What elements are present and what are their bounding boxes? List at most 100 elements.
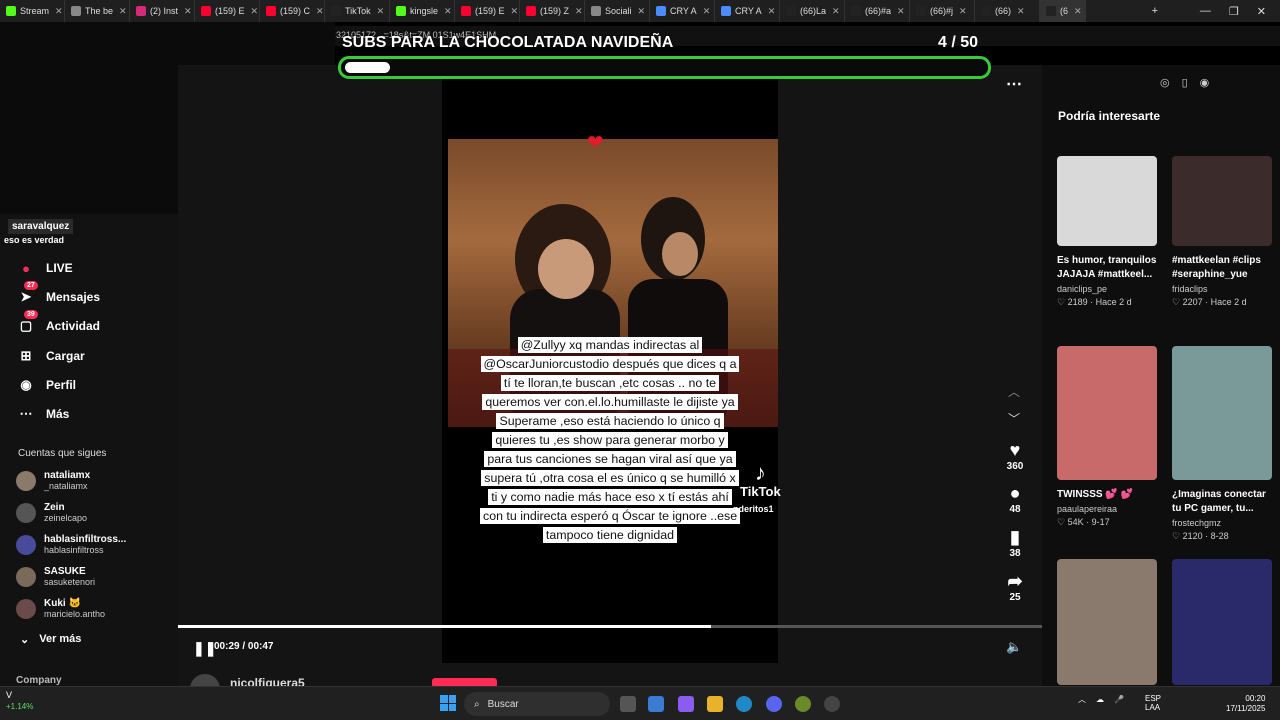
store-icon[interactable] [648,696,664,712]
avatar [16,566,36,587]
close-tab-icon[interactable]: ✕ [575,6,583,17]
phone-icon[interactable]: ▯ [1182,76,1188,89]
browser-tab[interactable]: CRY A ✕ [715,0,780,22]
followed-account[interactable]: nataliamx _nataliamx [16,470,90,491]
close-tab-icon[interactable]: ✕ [703,6,711,17]
close-tab-icon[interactable]: ✕ [768,6,776,17]
browser-tab[interactable]: (2) Inst ✕ [130,0,195,22]
recommendation-card[interactable] [1057,559,1157,685]
goal-progress-bar [338,56,991,79]
tab-label: kingsle [410,6,439,16]
recommendation-card[interactable]: #mattkeelan #clips #seraphine_yue fridacl… [1172,156,1272,308]
profile-avatar-icon[interactable]: ◉ [1200,76,1210,89]
chat-message: eso es verdad [4,235,65,245]
close-tab-icon[interactable]: ✕ [377,6,385,17]
discord-icon[interactable] [766,696,782,712]
tray-chevron-icon[interactable]: ︿ [1078,694,1086,705]
weather-widget[interactable]: V +1.14% [6,690,33,712]
browser-tab[interactable]: Sociali ✕ [585,0,650,22]
browser-tab[interactable]: CRY A ✕ [650,0,715,22]
onedrive-icon[interactable]: ☁ [1096,695,1104,704]
maximize-button[interactable]: ❐ [1229,5,1239,18]
taskbar-clock[interactable]: 00:20 17/11/2025 [1226,694,1265,714]
close-tab-icon[interactable]: ✕ [511,6,519,17]
close-tab-icon[interactable]: ✕ [832,6,840,17]
company-link[interactable]: Company [16,675,62,686]
mic-icon[interactable]: 🎤 [1114,695,1124,704]
sidebar-item-label: Mensajes [46,290,101,304]
followed-account[interactable]: Zein zeinelcapo [16,502,87,523]
minimize-button[interactable]: — [1200,5,1211,17]
browser-tab[interactable]: The be ✕ [65,0,130,22]
volume-icon[interactable]: 🔈 [1006,639,1022,655]
close-tab-icon[interactable]: ✕ [251,6,259,17]
sidebar-item-ms[interactable]: ⋯ Más [16,404,70,424]
browser-tab[interactable]: (66) ✕ [975,0,1040,22]
sidebar-item-mensajes[interactable]: ➤ 27 Mensajes [16,281,101,307]
close-tab-icon[interactable]: ✕ [638,6,646,17]
followed-account[interactable]: SASUKE sasuketenori [16,566,95,587]
sidebar-item-label: Cargar [46,349,85,363]
tab-label: CRY A [735,6,762,16]
compass-icon[interactable]: ◎ [1160,76,1170,89]
browser-tab[interactable]: (159) E ✕ [455,0,520,22]
close-tab-icon[interactable]: ✕ [119,6,127,17]
close-tab-icon[interactable]: ✕ [1017,6,1025,17]
next-video-icon[interactable]: ﹀ [1008,410,1020,427]
close-tab-icon[interactable]: ✕ [444,6,452,17]
recommendation-card[interactable]: ¿Imaginas conectar tu PC gamer, tu... fro… [1172,346,1272,542]
browser-tab[interactable]: (159) E ✕ [195,0,260,22]
browser-tab[interactable]: (66)#j ✕ [910,0,975,22]
card-meta: ♡ 54K · 9-17 [1057,517,1157,528]
share-button[interactable]: ➦ 25 [1003,571,1027,603]
app-icon[interactable] [795,696,811,712]
youtube-icon [461,6,471,16]
new-tab-button[interactable]: + [1152,5,1158,17]
recommendation-card[interactable]: TWINSSS 💕 💕 paaulapereiraa ♡ 54K · 9-17 [1057,346,1157,528]
edge-icon[interactable] [736,696,752,712]
followed-account[interactable]: hablasinfiltross... hablasinfiltross [16,534,126,555]
goal-progress-fill [345,62,390,73]
close-tab-icon[interactable]: ✕ [184,6,192,17]
start-button[interactable] [440,695,456,711]
close-window-button[interactable]: ✕ [1257,5,1266,18]
recommendation-card[interactable] [1172,559,1272,685]
browser-tab[interactable]: (159) Z ✕ [520,0,585,22]
task-view-icon[interactable] [620,696,636,712]
tab-label: (159) Z [540,6,570,16]
youtube-icon [201,6,211,16]
sidebar-item-actividad[interactable]: ▢ 39 Actividad [16,310,100,336]
comment-button[interactable]: ● 48 [1003,483,1027,515]
close-tab-icon[interactable]: ✕ [316,6,324,17]
caption-text: @Zullyy xq mandas indirectas al @OscarJu… [480,337,741,543]
close-tab-icon[interactable]: ✕ [55,6,63,17]
language-indicator[interactable]: ESP LAA [1145,694,1161,712]
browser-tab[interactable]: (159) C ✕ [260,0,325,22]
close-tab-icon[interactable]: ✕ [959,6,967,17]
card-thumbnail [1057,156,1157,246]
browser-tab[interactable]: (6 ✕ [1040,0,1086,22]
obs-icon[interactable] [824,696,840,712]
recommendation-card[interactable]: Es humor, tranquilos JAJAJA #mattkeel...… [1057,156,1157,308]
browser-tab[interactable]: Stream ✕ [0,0,65,22]
sidebar-item-live[interactable]: ● LIVE [16,258,73,278]
file-explorer-icon[interactable] [707,696,723,712]
close-tab-icon[interactable]: ✕ [1074,6,1082,17]
browser-tab[interactable]: (66)#a ✕ [845,0,910,22]
copilot-icon[interactable] [678,696,694,712]
pause-button[interactable]: ❚❚ [193,640,216,657]
followed-account[interactable]: Kuki 🐱 maricielo.antho [16,598,105,619]
save-button[interactable]: ▮ 38 [1003,527,1027,559]
close-tab-icon[interactable]: ✕ [897,6,905,17]
more-options-icon[interactable]: ⋯ [1006,74,1022,94]
card-meta: ♡ 2120 · 8-28 [1172,531,1272,542]
browser-tab[interactable]: (66)La ✕ [780,0,845,22]
see-more-button[interactable]: ⌄ Ver más [20,633,81,646]
sidebar-item-cargar[interactable]: ⊞ Cargar [16,346,85,366]
taskbar-search[interactable]: ⌕ Buscar [464,692,610,716]
like-button[interactable]: ♥ 360 [1003,440,1027,472]
browser-tab[interactable]: TikTok ✕ [325,0,390,22]
browser-tab[interactable]: kingsle ✕ [390,0,455,22]
previous-video-icon[interactable]: ︿ [1008,383,1020,400]
sidebar-item-perfil[interactable]: ◉ Perfil [16,375,76,395]
